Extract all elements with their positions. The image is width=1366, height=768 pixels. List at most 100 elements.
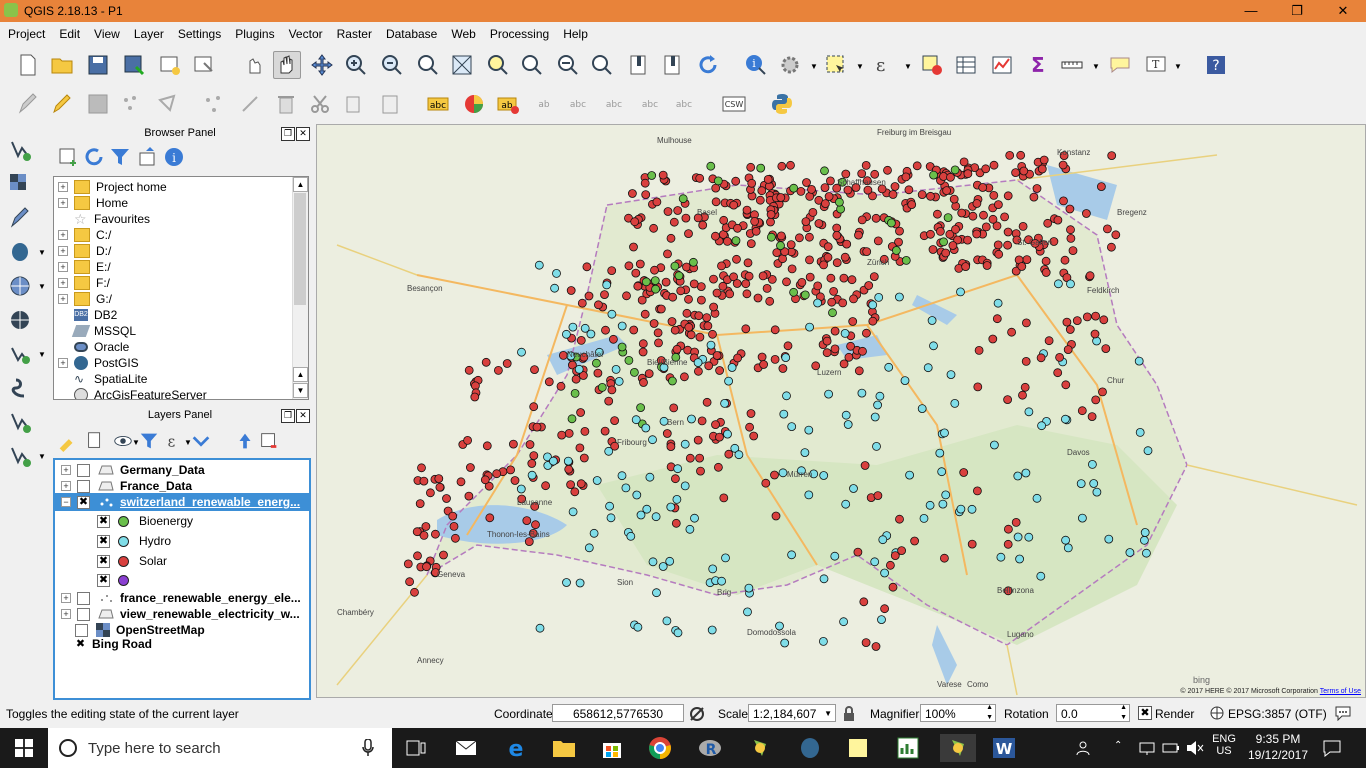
scale-field[interactable]: 1:2,184,607 ▼ <box>748 704 836 722</box>
filter-expression-icon[interactable]: ε <box>164 430 186 452</box>
open-project-button[interactable] <box>48 51 76 79</box>
layer-row-france-renewable[interactable]: + france_renewable_energy_ele... <box>61 590 301 606</box>
menu-settings[interactable]: Settings <box>170 24 227 41</box>
chevron-down-icon[interactable]: ▼ <box>856 62 864 71</box>
new-temporary-layer-button[interactable] <box>6 442 34 470</box>
browser-item[interactable]: ∿ SpatiaLite <box>58 371 147 387</box>
add-raster-layer-button[interactable] <box>6 170 34 198</box>
select-by-expression-button[interactable]: ε <box>870 51 898 79</box>
expand-icon[interactable]: + <box>58 358 68 368</box>
browser-item[interactable]: + E:/ <box>58 259 111 275</box>
browser-tree[interactable]: + Project home + Home ☆ Favourites + C:/ + D:/ + E:… <box>53 176 309 400</box>
identify-features-button[interactable]: i <box>742 51 770 79</box>
expand-icon[interactable]: + <box>61 593 71 603</box>
legend-checkbox[interactable]: ✖ <box>97 573 110 587</box>
minimize-button[interactable]: — <box>1228 0 1274 22</box>
browser-scrollbar[interactable]: ▲ ▲ ▼ <box>292 177 308 399</box>
new-print-composer-button[interactable] <box>156 51 184 79</box>
toggle-editing-button[interactable] <box>48 90 76 118</box>
new-shapefile-layer-button[interactable] <box>6 408 34 436</box>
coordinate-field[interactable]: 658612,5776530 <box>552 704 684 722</box>
layer-row-switzerland-renewable[interactable]: − ✖ switzerland_renewable_energ... <box>55 493 309 511</box>
add-wms-layer-button[interactable] <box>6 272 34 300</box>
pgadmin-icon[interactable] <box>796 734 824 762</box>
zoom-to-selection-button[interactable] <box>484 51 512 79</box>
browser-item[interactable]: + D:/ <box>58 243 111 259</box>
chevron-down-icon[interactable]: ▼ <box>38 248 46 257</box>
float-panel-icon[interactable]: ❐ <box>281 409 295 423</box>
layer-row-view-renewable[interactable]: + view_renewable_electricity_w... <box>61 606 300 622</box>
layer-checkbox[interactable]: ✖ <box>77 495 90 509</box>
pan-map-button[interactable] <box>273 51 301 79</box>
crs-globe-icon[interactable] <box>1210 706 1224 720</box>
layer-checkbox[interactable]: ✖ <box>75 638 86 650</box>
current-edits-button[interactable] <box>14 90 42 118</box>
menu-database[interactable]: Database <box>378 24 443 41</box>
chevron-down-icon[interactable]: ▼ <box>1092 62 1100 71</box>
browser-item[interactable]: ☆ Favourites <box>58 211 150 227</box>
add-spatialite-layer-button[interactable] <box>6 374 34 402</box>
legend-checkbox[interactable]: ✖ <box>97 514 110 528</box>
zoom-next-button[interactable] <box>588 51 616 79</box>
clock[interactable]: 9:35 PM 19/12/2017 <box>1246 732 1310 762</box>
layer-labeling-button[interactable]: abc <box>424 90 452 118</box>
composer-manager-button[interactable] <box>190 51 218 79</box>
move-feature-button[interactable] <box>154 90 182 118</box>
sticky-notes-icon[interactable] <box>844 734 872 762</box>
chevron-down-icon[interactable]: ▼ <box>824 705 832 723</box>
float-panel-icon[interactable]: ❐ <box>281 127 295 141</box>
close-panel-icon[interactable]: ✕ <box>296 127 310 141</box>
spinner-arrows-icon[interactable]: ▲ ▼ <box>1120 703 1127 723</box>
browser-item[interactable]: + F:/ <box>58 275 110 291</box>
measure-line-button[interactable] <box>1058 51 1086 79</box>
input-language[interactable]: ENG US <box>1210 733 1238 757</box>
menu-vector[interactable]: Vector <box>281 24 329 41</box>
chevron-down-icon[interactable]: ▼ <box>38 282 46 291</box>
collapse-all-icon[interactable] <box>136 145 160 169</box>
render-checkbox[interactable]: ✖ <box>1138 706 1152 720</box>
expand-icon[interactable]: + <box>58 278 68 288</box>
menu-processing[interactable]: Processing <box>482 24 555 41</box>
browser-item[interactable]: + G:/ <box>58 291 112 307</box>
zoom-native-button[interactable] <box>414 51 442 79</box>
rotate-label-button[interactable]: abc <box>636 90 664 118</box>
browser-item[interactable]: + Project home <box>58 179 167 195</box>
browser-item[interactable]: Oracle <box>58 339 129 355</box>
map-render[interactable]: Besançon Mulhouse Freiburg im Breisgau Kons… <box>317 125 1365 697</box>
save-project-button[interactable] <box>84 51 112 79</box>
browser-item[interactable]: DB2 DB2 <box>58 307 117 323</box>
show-bookmarks-button[interactable] <box>658 51 686 79</box>
change-label-button[interactable]: abc <box>670 90 698 118</box>
browser-item[interactable]: + C:/ <box>58 227 111 243</box>
people-icon[interactable] <box>1076 740 1094 756</box>
filter-legend-icon[interactable] <box>138 430 160 452</box>
add-postgis-layer-button[interactable] <box>6 238 34 266</box>
layer-checkbox[interactable] <box>77 463 90 477</box>
field-calculator-button[interactable]: Σ <box>1024 51 1052 79</box>
manage-visibility-icon[interactable] <box>112 430 134 452</box>
browser-item[interactable]: MSSQL <box>58 323 136 339</box>
browser-item[interactable]: + Home <box>58 195 128 211</box>
expand-icon[interactable]: + <box>58 294 68 304</box>
show-hidden-icons-icon[interactable]: ⌃ <box>1114 740 1126 754</box>
remove-layer-icon[interactable] <box>258 430 280 452</box>
deselect-features-button[interactable] <box>918 51 946 79</box>
file-explorer-icon[interactable] <box>550 734 578 762</box>
chrome-icon[interactable] <box>646 734 674 762</box>
node-tool-alt-button[interactable] <box>236 90 264 118</box>
copy-features-button[interactable] <box>340 90 368 118</box>
expand-icon[interactable]: + <box>61 465 71 475</box>
layer-checkbox[interactable] <box>77 591 90 605</box>
layer-row-germany-data[interactable]: + Germany_Data <box>61 462 205 478</box>
windows-start-icon[interactable] <box>10 734 38 762</box>
layer-checkbox[interactable] <box>77 607 90 621</box>
close-button[interactable]: ✕ <box>1320 0 1366 22</box>
network-icon[interactable] <box>1138 740 1156 756</box>
menu-raster[interactable]: Raster <box>329 24 378 41</box>
chevron-down-icon[interactable]: ▼ <box>810 62 818 71</box>
scroll-thumb[interactable] <box>294 193 306 305</box>
add-vector-layer-button[interactable] <box>6 136 34 164</box>
metasearch-csw-button[interactable]: CSW <box>720 90 748 118</box>
expand-icon[interactable]: + <box>58 198 68 208</box>
r-app-icon[interactable]: R <box>696 734 724 762</box>
